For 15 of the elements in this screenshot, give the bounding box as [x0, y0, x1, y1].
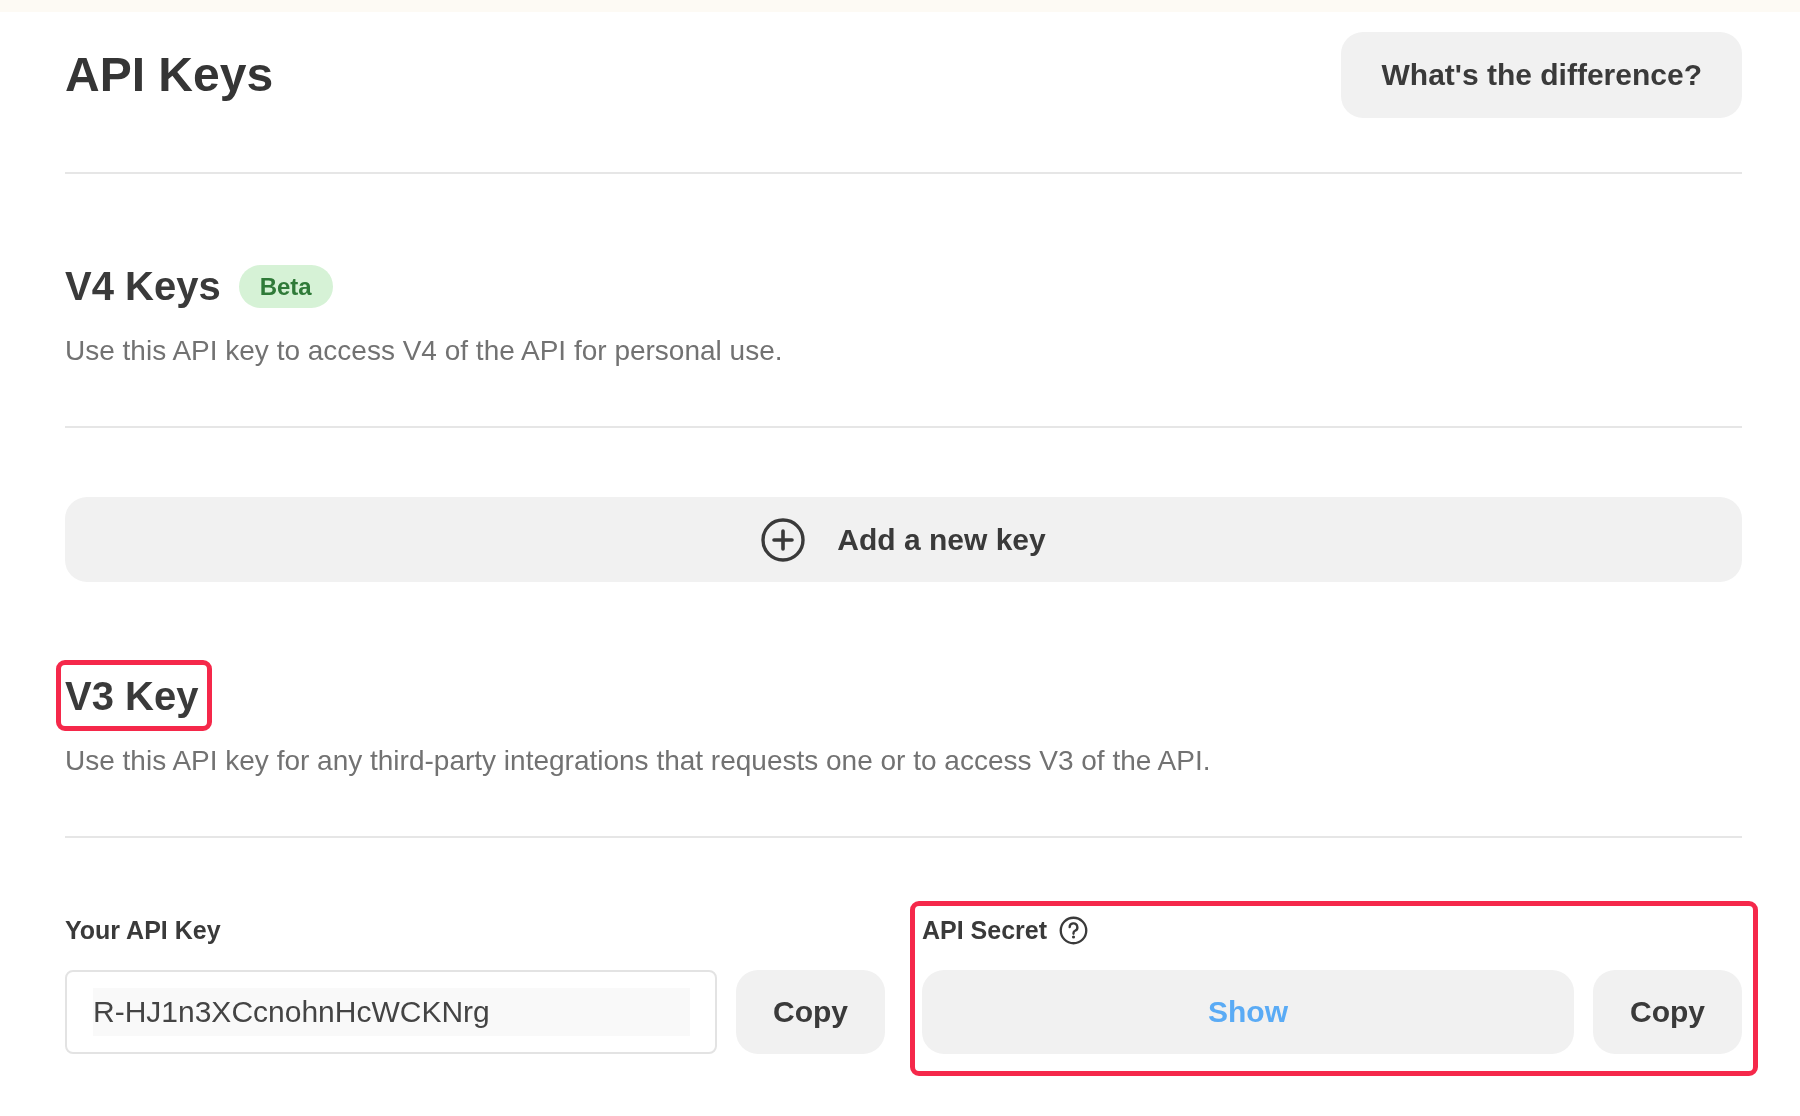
- add-key-button[interactable]: Add a new key: [65, 497, 1742, 582]
- section-description: Use this API key to access V4 of the API for personal use.: [65, 334, 784, 368]
- field-label: API Secret: [922, 915, 1048, 945]
- copy-button[interactable]: Copy: [1593, 970, 1742, 1054]
- section-heading: V3 Key: [65, 673, 199, 720]
- plus-circle-icon: [761, 517, 806, 562]
- beta-badge: Beta: [238, 264, 333, 308]
- field-label: Your API Key: [65, 915, 222, 945]
- section-heading: V4 Keys: [65, 263, 221, 310]
- api-key-field[interactable]: R-HJ1n3XCcnohnHcWCKNrg: [65, 970, 717, 1054]
- page-title: API Keys: [65, 47, 274, 103]
- copy-button[interactable]: Copy: [736, 970, 885, 1054]
- difference-button[interactable]: What's the difference?: [1341, 32, 1742, 118]
- section-description: Use this API key for any third-party integrations that requests one or to access V3 of the API.: [65, 744, 1212, 778]
- help-icon: [1059, 915, 1089, 945]
